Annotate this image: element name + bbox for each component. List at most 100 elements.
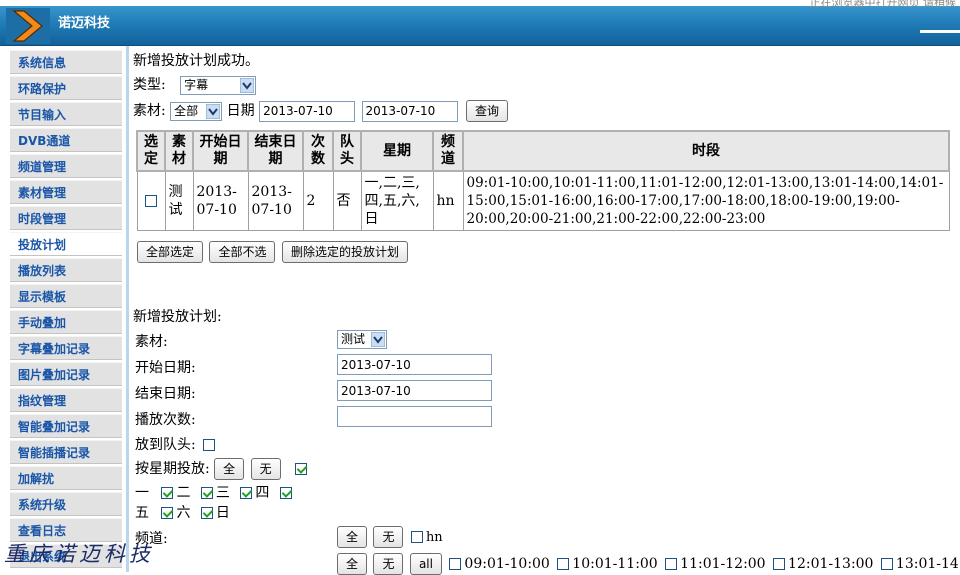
sidebar-item[interactable]: DVB通道 [10,128,122,152]
row-weekdays: 一,二,三,四,五,六,日 [360,170,434,231]
weekday-wed-checkbox[interactable] [240,487,253,499]
weekday-label-tue: 二 [176,485,191,501]
sidebar-item[interactable]: 显示模板 [10,284,122,308]
weekday-toggle-checkbox[interactable] [295,463,308,475]
chevron-down-icon [206,103,221,119]
sidebar-item[interactable]: 播放列表 [10,258,122,282]
channel-none-button[interactable]: 无 [373,526,404,548]
sidebar-item[interactable]: 加解扰 [10,466,122,490]
col-header-end-date: 结束日期 [247,130,304,172]
query-button[interactable]: 查询 [465,100,508,122]
sidebar-menu: 系统信息 环路保护 节目输入 DVB通道 频道管理 素材管理 时段管理 投放计划 播放列表 显示模… [10,46,122,568]
weekday-label-mon: 一 [135,485,149,501]
weekday-fri-checkbox[interactable] [161,507,174,519]
date-to-input[interactable] [361,100,458,122]
form-start-date-label: 开始日期: [135,360,196,376]
row-material: 测试 [164,170,194,231]
header-right-line [920,30,960,33]
status-message: 新增投放计划成功。 [133,53,259,69]
type-select-value: 字幕 [184,77,209,92]
channel-hn-checkbox[interactable] [410,531,423,543]
app-header: 正在浏览器中打开网页 请稍候 诺迈科技 [0,0,960,46]
col-header-select: 选定 [136,130,166,172]
col-header-channel: 频道 [432,130,464,172]
table-row: 测试 2013-07-10 2013-07-10 2 否 一,二,三,四,五,六… [136,170,950,231]
chevron-down-icon [371,332,385,347]
sidebar-item[interactable]: 指纹管理 [10,388,122,412]
sidebar-item[interactable]: 节目输入 [10,102,122,126]
form-material-label: 素材: [135,334,168,350]
row-periods: 09:01-10:00,10:01-11:00,11:01-12:00,12:0… [462,170,950,231]
channel-row: 全 无 hn [337,526,443,548]
type-filter-row: 类型: 字幕 [133,74,257,95]
form-weekday-row: 按星期投放: 全 无 [135,458,310,480]
row-count: 2 [302,170,334,231]
sidebar-item[interactable]: 频道管理 [10,154,122,178]
period-label-4: 12:01-13:00 [788,556,874,572]
period-checkbox-2[interactable] [557,558,570,570]
material-label: 素材: [133,103,166,119]
material-filter-value: 全部 [174,103,199,118]
queue-head-checkbox[interactable] [203,439,216,451]
weekday-checkbox-row-1: 一 二 三 四 [135,482,295,502]
period-label-2: 10:01-11:00 [572,556,658,572]
weekday-all-button[interactable]: 全 [214,458,245,480]
sidebar-item[interactable]: 系统信息 [10,50,122,74]
period-checkbox-4[interactable] [773,558,786,570]
sidebar-item[interactable]: 系统升级 [10,492,122,516]
weekday-tue-checkbox[interactable] [200,487,213,499]
select-all-button[interactable]: 全部选定 [137,241,204,263]
sidebar-item[interactable]: 素材管理 [10,180,122,204]
weekday-thu-checkbox[interactable] [279,487,292,499]
material-filter-select[interactable]: 全部 [170,101,223,121]
form-end-date-input[interactable] [337,380,492,401]
form-end-date-label: 结束日期: [135,386,196,402]
sidebar: 系统信息 环路保护 节目输入 DVB通道 频道管理 素材管理 时段管理 投放计划 播放列表 显示模… [10,46,122,572]
type-label: 类型: [133,77,166,93]
header-top-strip: 正在浏览器中打开网页 请稍候 [0,0,960,9]
period-label-5: 13:01-14:00 [895,556,960,572]
col-header-start-date: 开始日期 [192,130,249,172]
row-select-checkbox[interactable] [145,195,157,207]
sidebar-item[interactable]: 字幕叠加记录 [10,336,122,360]
sidebar-item[interactable]: 图片叠加记录 [10,362,122,386]
form-channel-label: 频道: [135,531,168,547]
weekday-checkbox-row-2: 五 六 日 [135,502,230,522]
delete-selected-button[interactable]: 删除选定的投放计划 [281,241,408,263]
weekday-label-fri: 五 [135,505,149,521]
col-header-queue-head: 队头 [332,130,362,172]
sidebar-item[interactable]: 智能叠加记录 [10,414,122,438]
date-from-input[interactable] [259,100,356,122]
col-header-periods: 时段 [462,130,950,172]
col-header-material: 素材 [164,130,194,172]
sidebar-divider [126,46,129,572]
plan-table: 选定 素材 开始日期 结束日期 次数 队头 星期 频道 时段 测试 2013-0… [136,130,950,231]
row-select-cell [136,170,166,231]
weekday-label-sun: 日 [215,505,230,521]
form-material-select[interactable]: 测试 [337,330,387,349]
weekday-none-button[interactable]: 无 [250,458,281,480]
sidebar-item[interactable]: 投放计划 [10,232,122,256]
type-select[interactable]: 字幕 [180,75,257,95]
form-start-date-input[interactable] [337,354,492,375]
main-content: 新增投放计划成功。 类型: 字幕 素材: 全部 日期 查询 选定 素材 开始日期… [133,48,960,575]
period-label-1: 09:01-10:00 [464,556,550,572]
channel-all-button[interactable]: 全 [337,526,368,548]
weekday-mon-checkbox[interactable] [161,487,174,499]
chevron-down-icon [240,77,255,93]
weekday-label-wed: 三 [215,485,230,501]
period-label-3: 11:01-12:00 [680,556,766,572]
sidebar-item[interactable]: 手动叠加 [10,310,122,334]
period-checkbox-3[interactable] [665,558,678,570]
row-channel: hn [432,170,464,231]
sidebar-item[interactable]: 智能插播记录 [10,440,122,464]
channel-hn-label: hn [425,530,443,545]
form-count-input[interactable] [337,406,492,427]
weekday-sat-checkbox[interactable] [200,507,213,519]
sidebar-item[interactable]: 环路保护 [10,76,122,100]
select-none-button[interactable]: 全部不选 [209,241,276,263]
sidebar-item[interactable]: 时段管理 [10,206,122,230]
period-checkbox-5[interactable] [880,558,893,570]
period-checkbox-1[interactable] [449,558,462,570]
form-queue-row: 放到队头: [135,434,218,454]
